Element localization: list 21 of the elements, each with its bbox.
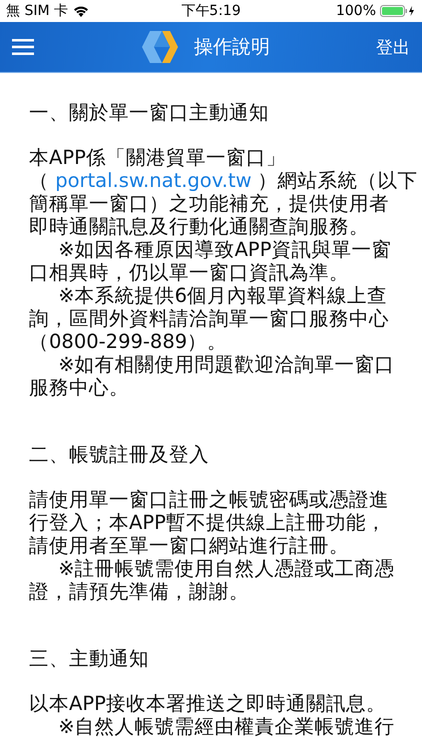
body-paragraph: ※註冊帳號需使用自然人憑證或工商憑 證，請預先準備，謝謝。 xyxy=(29,557,396,603)
carrier-label: 無 SIM 卡 xyxy=(6,2,68,20)
section-heading: 三、主動通知 xyxy=(29,647,150,670)
body-paragraph: 請使用單一窗口註冊之帳號密碼或憑證進 行登入；本APP暫不提供線上註冊功能， 請使用者至單一窗口網站進行註冊。 xyxy=(29,488,390,557)
body-paragraph: 以本APP接收本署推送之即時通關訊息。 xyxy=(29,692,387,715)
menu-icon[interactable] xyxy=(12,39,34,55)
body-paragraph: ※如因各種原因導致APP資訊與單一窗 口相異時，仍以單一窗口資訊為準。 xyxy=(29,238,392,284)
battery-percent: 100% xyxy=(336,3,376,19)
logout-button[interactable]: 登出 xyxy=(376,36,410,58)
body-paragraph: ※自然人帳號需經由權責企業帳號進行 xyxy=(57,715,396,738)
page-title: 操作說明 xyxy=(194,35,270,60)
portal-link[interactable]: portal.sw.nat.gov.tw xyxy=(55,169,252,192)
section-heading: 一、關於單一窗口主動通知 xyxy=(29,101,270,124)
section-heading: 二、帳號註冊及登入 xyxy=(29,443,210,466)
body-paragraph: ※如有相關使用問題歡迎洽詢單一窗口 服務中心。 xyxy=(29,353,396,399)
app-logo-icon xyxy=(140,29,180,65)
body-paragraph: ※本系統提供6個月內報單資料線上查 詢，區間外資料請洽詢單一窗口服務中心 （0800-299-889）。 xyxy=(29,284,390,353)
battery-icon xyxy=(380,5,416,17)
clock-time: 下午5:19 xyxy=(181,2,241,20)
body-paragraph: 本APP係「關港貿單一窗口」 （ portal.sw.nat.gov.tw ）網站系統（以下 簡稱單一窗口）之功能補充，提供使用者 即時通關訊息及行動化通關查詢服務。 xyxy=(29,146,419,238)
wifi-icon xyxy=(73,5,89,17)
